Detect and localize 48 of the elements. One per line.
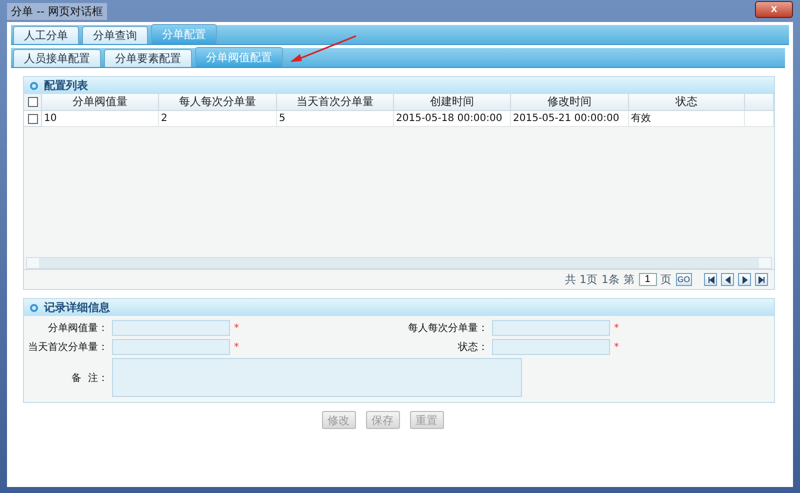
prev-page-icon[interactable] xyxy=(721,273,734,286)
field-label: 当天首次分单量： xyxy=(27,340,109,354)
circle-icon xyxy=(30,304,38,312)
go-button[interactable]: GO xyxy=(676,273,692,286)
input-field[interactable] xyxy=(112,320,230,336)
required-mark: * xyxy=(233,322,240,334)
table-cell: 10 xyxy=(42,111,159,127)
column-header: 当天首次分单量 xyxy=(277,94,394,111)
column-header: 每人每次分单量 xyxy=(159,94,277,111)
required-mark: * xyxy=(613,322,620,334)
column-header: 创建时间 xyxy=(394,94,511,111)
field-label: 备 注： xyxy=(70,372,109,384)
subtab[interactable]: 人员接单配置 xyxy=(13,49,101,67)
input-field[interactable] xyxy=(112,339,230,355)
required-mark: * xyxy=(613,342,620,352)
column-header: 修改时间 xyxy=(511,94,629,111)
required-mark: * xyxy=(233,342,240,352)
page-input[interactable]: 1 xyxy=(638,273,657,286)
column-header: 状态 xyxy=(629,94,745,111)
panel-title: 记录详细信息 xyxy=(44,300,110,315)
page-label: 第 xyxy=(624,272,635,287)
circle-icon xyxy=(30,82,38,90)
input-field[interactable] xyxy=(492,339,610,355)
page-label: 页 xyxy=(660,272,672,287)
field-label: 分单阀值量： xyxy=(47,322,109,335)
field-label: 每人每次分单量： xyxy=(407,322,489,335)
table-cell: 5 xyxy=(277,111,394,127)
window-title: 分单 -- 网页对话框 xyxy=(7,2,107,20)
tab[interactable]: 人工分单 xyxy=(13,26,79,44)
field-label: 状态： xyxy=(457,340,489,354)
subtab[interactable]: 分单要素配置 xyxy=(104,49,192,67)
tab[interactable]: 分单查询 xyxy=(82,26,148,44)
panel-title: 配置列表 xyxy=(44,78,88,93)
horizontal-scrollbar[interactable] xyxy=(26,257,772,269)
remark-field[interactable] xyxy=(112,358,522,397)
first-page-icon[interactable] xyxy=(704,273,717,286)
column-header: 分单阀值量 xyxy=(42,94,159,111)
table-cell: 2 xyxy=(159,111,277,127)
record-count: 1条 xyxy=(602,272,620,287)
next-page-icon[interactable] xyxy=(738,273,751,286)
table-cell: 有效 xyxy=(629,111,745,127)
checkbox[interactable] xyxy=(28,97,38,107)
input-field[interactable] xyxy=(492,320,610,336)
checkbox[interactable] xyxy=(28,114,38,124)
table-cell: 2015-05-21 00:00:00 xyxy=(511,111,629,127)
page-count: 共 1页 xyxy=(565,272,598,287)
table-cell: 2015-05-18 00:00:00 xyxy=(394,111,511,127)
last-page-icon[interactable] xyxy=(755,273,768,286)
